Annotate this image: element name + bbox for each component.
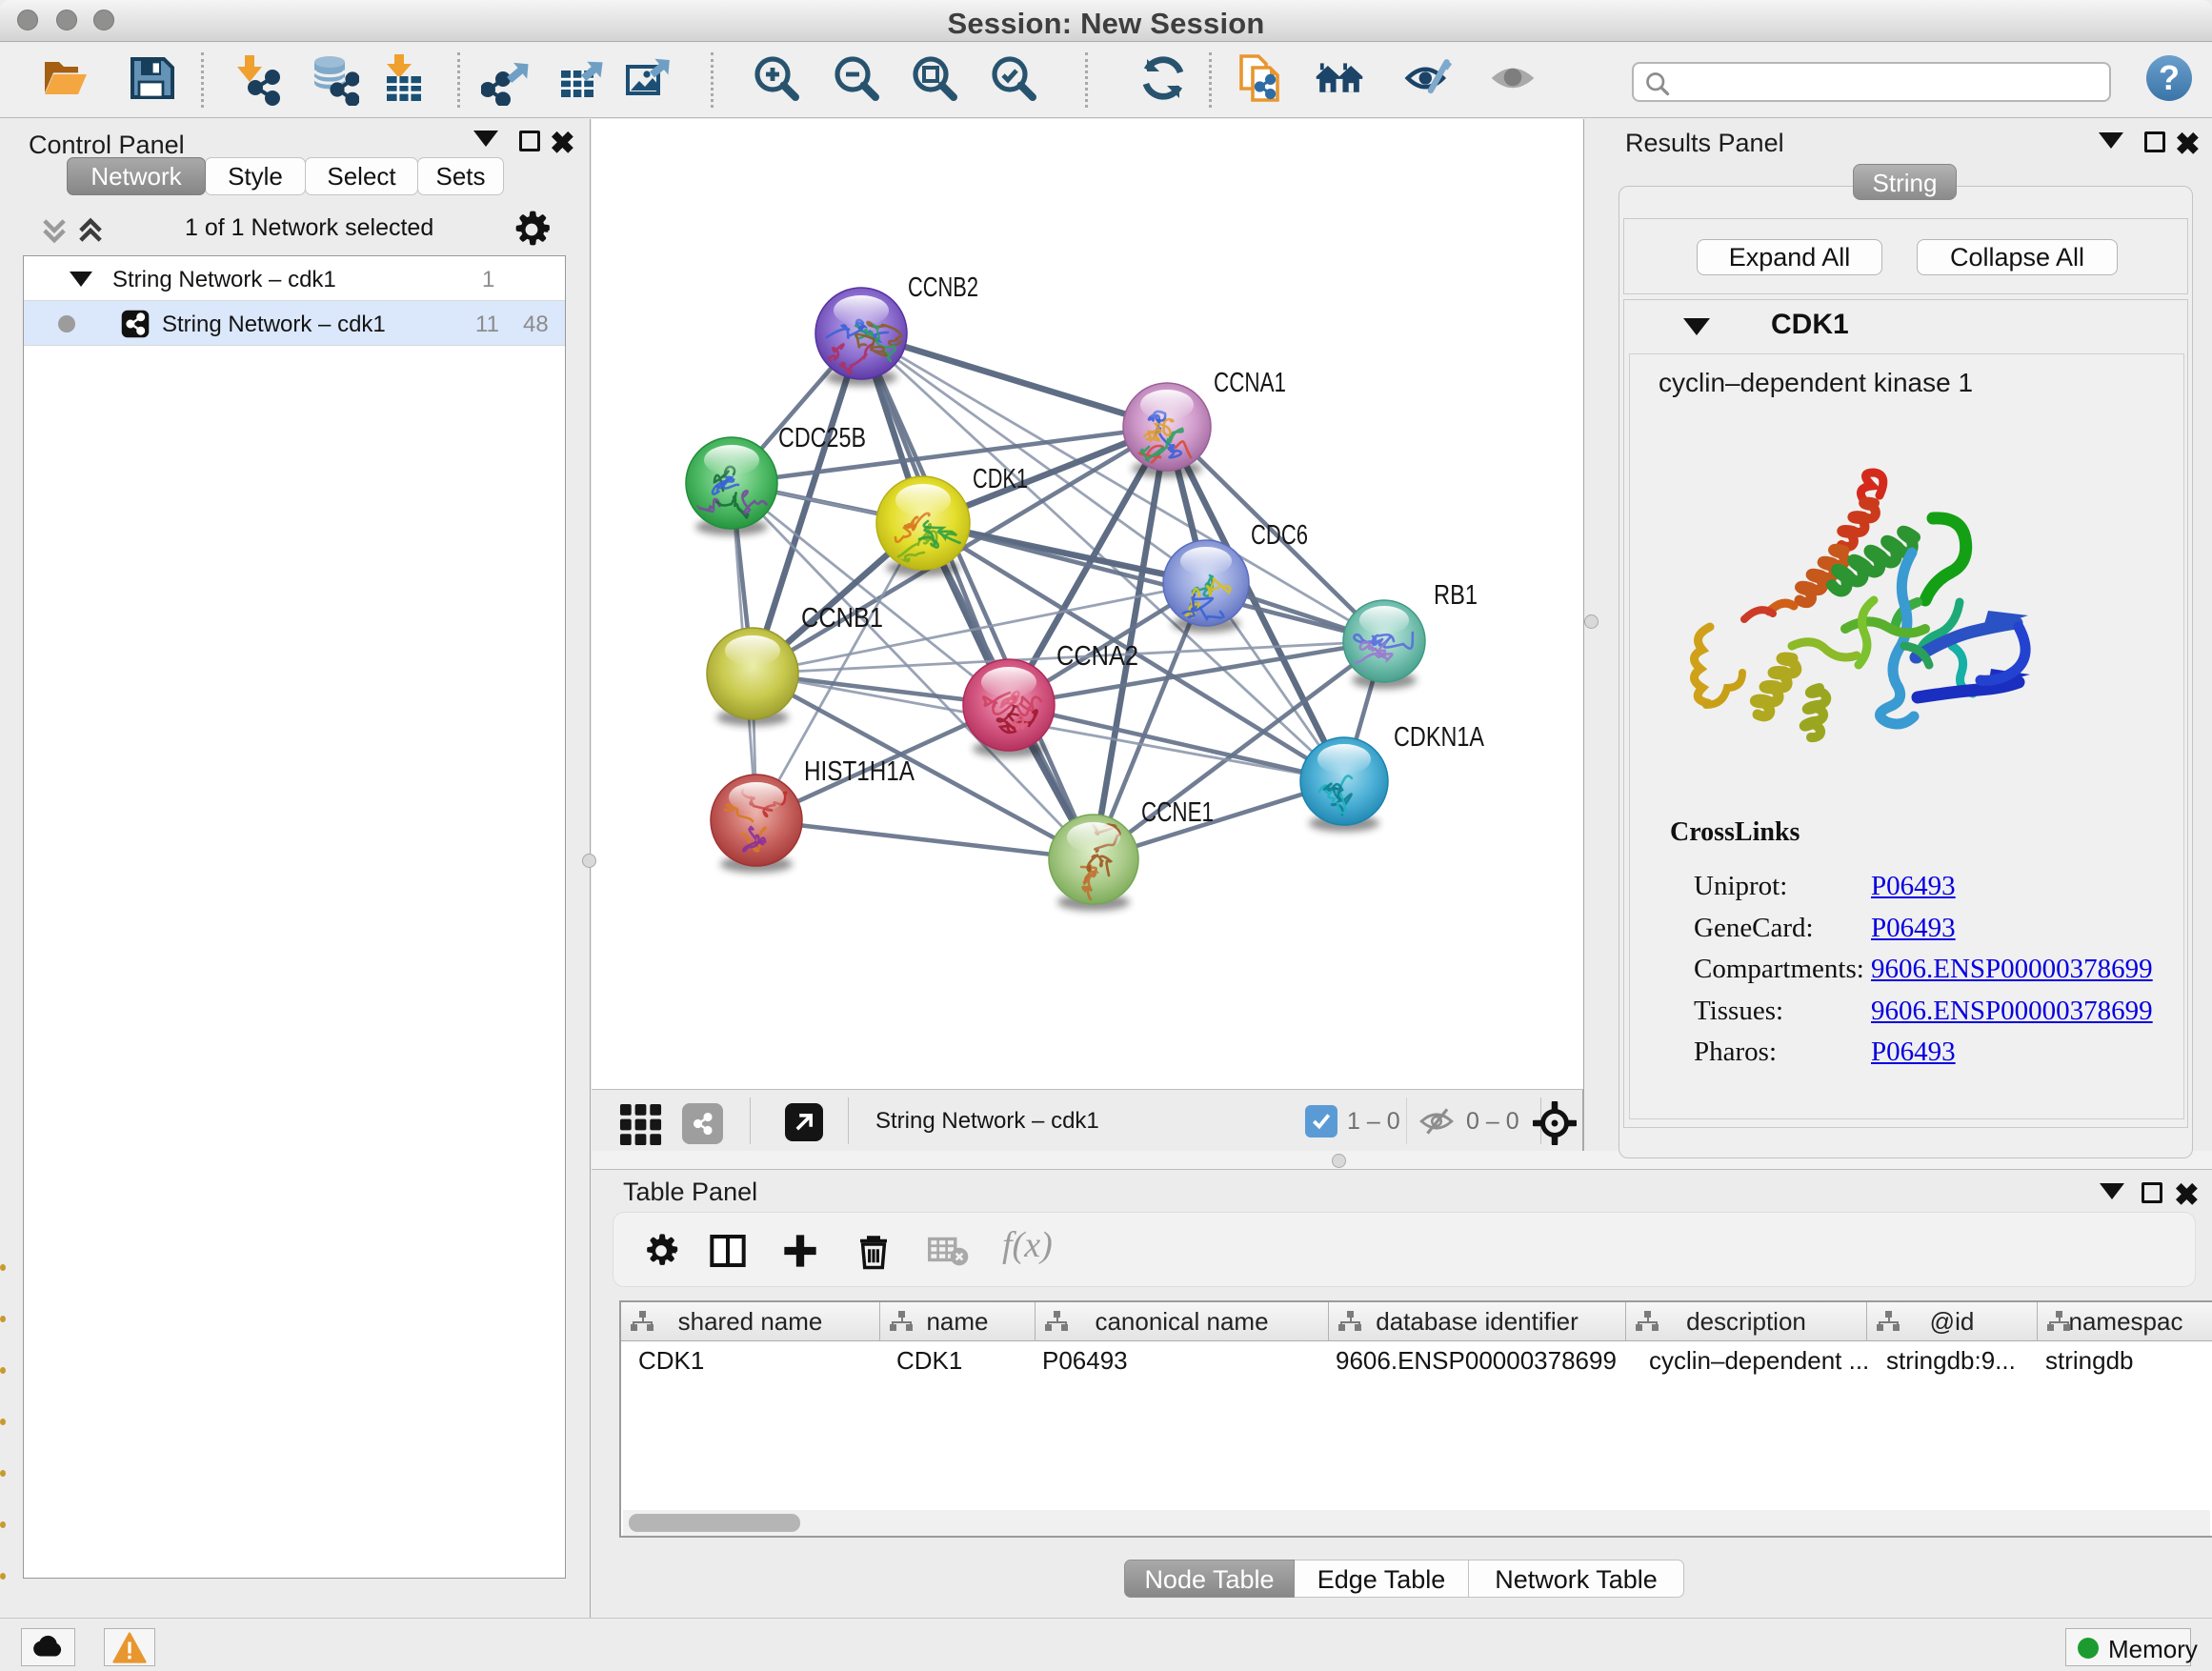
svg-text:CCNB1: CCNB1: [801, 603, 883, 634]
svg-text:CCNA1: CCNA1: [1214, 368, 1286, 398]
svg-text:CDC25B: CDC25B: [778, 423, 866, 453]
svg-text:HIST1H1A: HIST1H1A: [804, 756, 915, 787]
svg-text:CCNA2: CCNA2: [1056, 641, 1138, 672]
svg-text:CCNB2: CCNB2: [908, 272, 978, 303]
svg-text:RB1: RB1: [1434, 580, 1478, 611]
svg-text:CCNE1: CCNE1: [1141, 797, 1214, 828]
svg-text:CDK1: CDK1: [973, 464, 1028, 494]
svg-text:CDC6: CDC6: [1251, 520, 1308, 551]
svg-text:CDKN1A: CDKN1A: [1394, 722, 1485, 753]
